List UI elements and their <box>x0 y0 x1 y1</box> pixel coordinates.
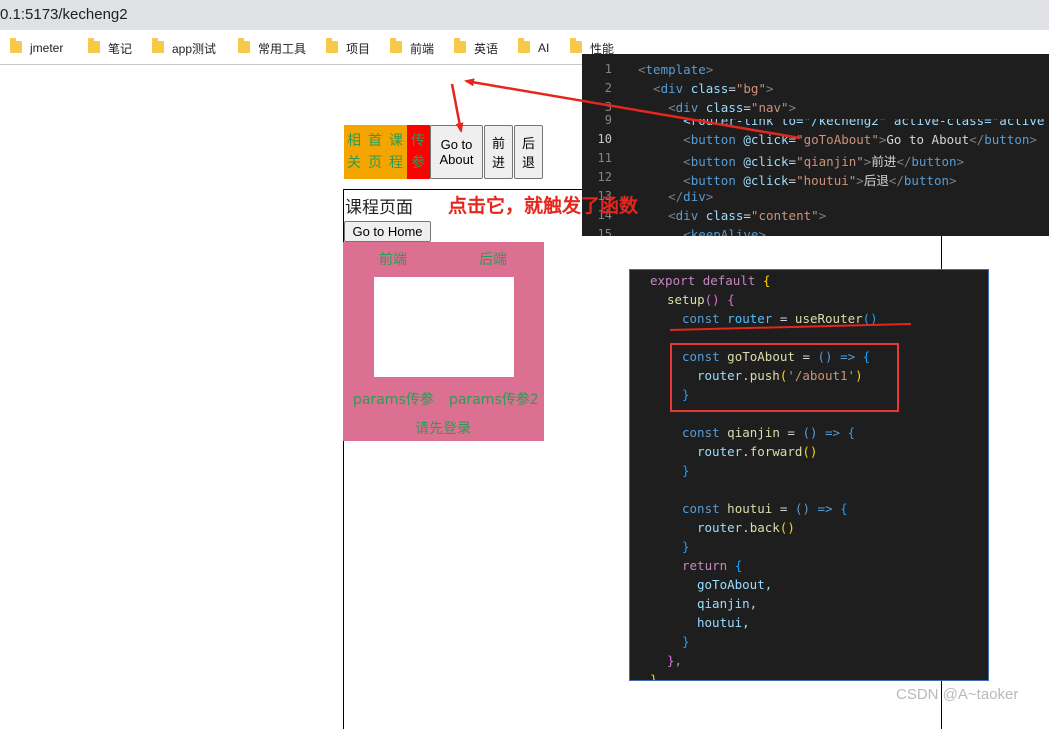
annotation-overlay <box>450 78 912 331</box>
arrow-to-code <box>464 78 801 140</box>
arrow-to-button <box>450 83 464 133</box>
watermark: CSDN @A~taoker <box>896 686 1019 703</box>
underline-annotation <box>669 323 912 331</box>
